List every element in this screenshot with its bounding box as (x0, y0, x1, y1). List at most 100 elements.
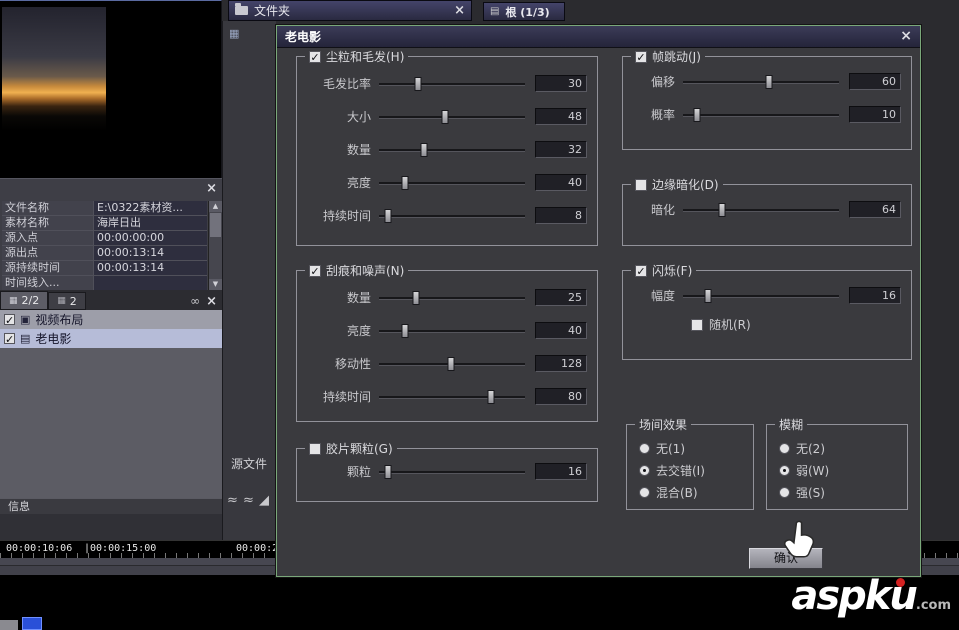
slider-track[interactable] (379, 175, 525, 191)
info-tab[interactable]: 信息 (0, 498, 222, 514)
slider-thumb[interactable] (487, 389, 495, 404)
slider-value[interactable]: 40 (535, 174, 587, 191)
table-row: 源入点 00:00:00:00 (2, 231, 207, 246)
slider-thumb[interactable] (447, 356, 455, 371)
slider-track[interactable] (379, 76, 525, 92)
slider-track[interactable] (379, 208, 525, 224)
taskbar-button[interactable] (0, 620, 18, 630)
clip-tab-active[interactable]: ▦ 2/2 (0, 291, 49, 310)
tab-folder-window[interactable]: 文件夹 × (228, 0, 472, 21)
slider-value[interactable]: 64 (849, 201, 901, 218)
radio-option[interactable]: 无(2) (767, 437, 907, 459)
radio-button[interactable] (639, 442, 650, 454)
slider-thumb[interactable] (401, 323, 409, 338)
video-preview (0, 0, 222, 178)
waveform-icon[interactable]: ≈ (243, 493, 254, 508)
slider-track[interactable] (379, 389, 525, 405)
effect-label: 视频布局 (35, 313, 84, 327)
slider-value[interactable]: 30 (535, 75, 587, 92)
slider-value[interactable]: 10 (849, 106, 901, 123)
scroll-up-icon[interactable]: ▲ (209, 201, 222, 212)
slider-thumb[interactable] (441, 109, 449, 124)
effect-label: 老电影 (35, 332, 72, 346)
slider-value[interactable]: 16 (849, 287, 901, 304)
slider-track[interactable] (379, 290, 525, 306)
slider-thumb[interactable] (384, 464, 392, 479)
tree-root-icon[interactable]: ▦ (229, 27, 239, 40)
slider-track[interactable] (683, 107, 839, 123)
group-checkbox[interactable] (309, 264, 321, 277)
slider-track[interactable] (683, 74, 839, 90)
group-checkbox[interactable] (309, 442, 321, 455)
clip-tab[interactable]: ▦ 2 (48, 292, 86, 310)
radio-button[interactable] (779, 442, 790, 454)
close-icon[interactable]: × (206, 295, 217, 308)
radio-option[interactable]: 混合(B) (627, 481, 753, 503)
tab-root-bin[interactable]: ▤ 根 (1/3) (483, 2, 565, 21)
group-edge-darken: 边缘暗化(D) 暗化 64 (622, 176, 912, 246)
radio-button[interactable] (639, 464, 650, 476)
radio-button[interactable] (779, 486, 790, 498)
close-icon[interactable]: × (454, 4, 465, 17)
slider-thumb[interactable] (401, 175, 409, 190)
close-icon[interactable]: × (206, 182, 217, 195)
taskbar-button-active[interactable] (22, 617, 42, 630)
slider-label: 幅度 (650, 289, 675, 303)
slider-thumb[interactable] (414, 76, 422, 91)
effect-item-video-layout[interactable]: ▣ 视频布局 (0, 310, 222, 329)
radio-option[interactable]: 强(S) (767, 481, 907, 503)
slider-value[interactable]: 8 (535, 207, 587, 224)
group-checkbox[interactable] (635, 50, 647, 63)
radio-button[interactable] (779, 464, 790, 476)
effect-item-old-movie[interactable]: ▤ 老电影 (0, 329, 222, 348)
slider-value[interactable]: 16 (535, 463, 587, 480)
group-checkbox[interactable] (309, 50, 321, 63)
slider-value[interactable]: 60 (849, 73, 901, 90)
slider-value[interactable]: 48 (535, 108, 587, 125)
scroll-down-icon[interactable]: ▼ (209, 279, 222, 290)
slider-value[interactable]: 80 (535, 388, 587, 405)
radio-button[interactable] (639, 486, 650, 498)
slider-row: 亮度 40 (303, 166, 587, 199)
effect-checkbox[interactable] (4, 314, 15, 325)
row-label: 时间线入... (2, 276, 94, 290)
slider-value[interactable]: 32 (535, 141, 587, 158)
slider-track[interactable] (683, 288, 839, 304)
slider-value[interactable]: 40 (535, 322, 587, 339)
effect-checkbox[interactable] (4, 333, 15, 344)
slider-thumb[interactable] (412, 290, 419, 305)
slider-value[interactable]: 128 (535, 355, 587, 372)
group-checkbox[interactable] (635, 178, 647, 191)
table-row: 时间线入... (2, 276, 207, 290)
slider-track[interactable] (379, 464, 525, 480)
slider-thumb[interactable] (704, 288, 712, 303)
slider-thumb[interactable] (718, 202, 726, 217)
slider-thumb[interactable] (384, 208, 392, 223)
radio-option[interactable]: 弱(W) (767, 459, 907, 481)
slider-row: 暗化 64 (629, 193, 901, 226)
dialog-close-icon[interactable]: × (900, 29, 912, 43)
random-checkbox[interactable] (691, 318, 703, 331)
scrollbar[interactable]: ▲ ▼ (208, 201, 222, 290)
clip-icon: ▦ (57, 296, 66, 306)
slider-thumb[interactable] (693, 107, 701, 122)
radio-option[interactable]: 去交错(I) (627, 459, 753, 481)
slider-label: 亮度 (346, 176, 371, 190)
radio-option[interactable]: 无(1) (627, 437, 753, 459)
fade-icon[interactable]: ◢ (259, 493, 269, 508)
slider-thumb[interactable] (420, 142, 428, 157)
slider-track[interactable] (379, 356, 525, 372)
slider-thumb[interactable] (765, 74, 773, 89)
source-file-label[interactable]: 源文件 (231, 455, 267, 472)
slider-track[interactable] (683, 202, 839, 218)
slider-value[interactable]: 25 (535, 289, 587, 306)
group-checkbox[interactable] (635, 264, 647, 277)
slider-track[interactable] (379, 323, 525, 339)
random-checkbox-row[interactable]: 随机(R) (691, 316, 901, 333)
slider-track[interactable] (379, 142, 525, 158)
slider-track[interactable] (379, 109, 525, 125)
binoculars-icon[interactable]: ∞ (190, 294, 200, 308)
scrollbar-thumb[interactable] (210, 213, 221, 237)
dialog-titlebar[interactable]: 老电影 × (277, 26, 920, 48)
waveform-icon[interactable]: ≈ (227, 493, 238, 508)
